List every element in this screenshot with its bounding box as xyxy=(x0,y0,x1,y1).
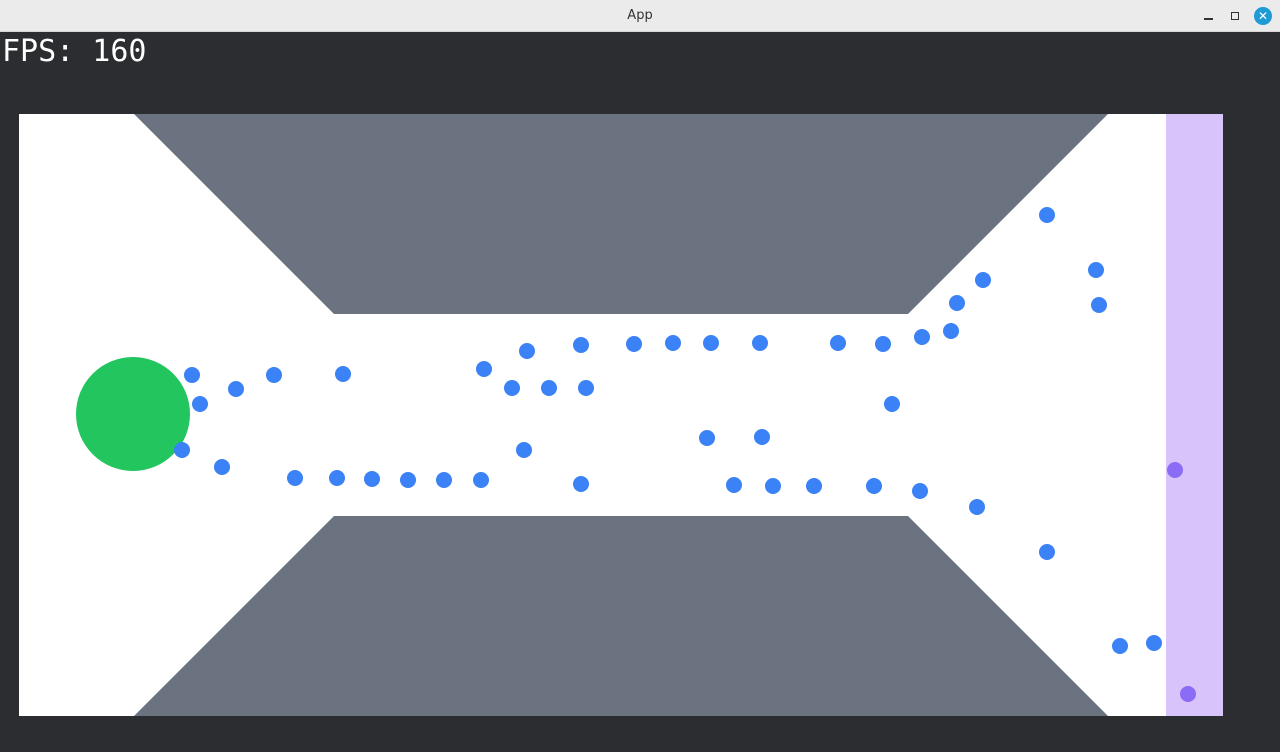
goal-zone xyxy=(1166,114,1223,716)
goal-particle xyxy=(1167,462,1183,478)
particle xyxy=(541,380,557,396)
particle xyxy=(975,272,991,288)
particle xyxy=(943,323,959,339)
particle xyxy=(329,470,345,486)
particle xyxy=(1112,638,1128,654)
particle xyxy=(573,337,589,353)
particle xyxy=(765,478,781,494)
particle xyxy=(400,472,416,488)
particle xyxy=(436,472,452,488)
particle xyxy=(830,335,846,351)
particle xyxy=(866,478,882,494)
particle xyxy=(578,380,594,396)
particle xyxy=(174,442,190,458)
particle xyxy=(699,430,715,446)
particle xyxy=(214,459,230,475)
particle xyxy=(184,367,200,383)
particle xyxy=(912,483,928,499)
particle xyxy=(1088,262,1104,278)
particle xyxy=(364,471,380,487)
particle xyxy=(752,335,768,351)
agent xyxy=(76,357,190,471)
particle xyxy=(754,429,770,445)
game-canvas[interactable] xyxy=(0,0,1280,752)
particle xyxy=(519,343,535,359)
particle xyxy=(504,380,520,396)
particle xyxy=(476,361,492,377)
particle xyxy=(626,336,642,352)
particle xyxy=(703,335,719,351)
particle xyxy=(1039,207,1055,223)
particle xyxy=(726,477,742,493)
particle xyxy=(473,472,489,488)
particle xyxy=(884,396,900,412)
goal-particle xyxy=(1180,686,1196,702)
particle xyxy=(1091,297,1107,313)
particle xyxy=(335,366,351,382)
particle xyxy=(914,329,930,345)
particle xyxy=(875,336,891,352)
particle xyxy=(516,442,532,458)
particle xyxy=(806,478,822,494)
particle xyxy=(969,499,985,515)
particle xyxy=(192,396,208,412)
particle xyxy=(287,470,303,486)
particle xyxy=(266,367,282,383)
particle xyxy=(228,381,244,397)
particle xyxy=(573,476,589,492)
particle xyxy=(665,335,681,351)
particle xyxy=(1039,544,1055,560)
particle xyxy=(1146,635,1162,651)
particle xyxy=(949,295,965,311)
